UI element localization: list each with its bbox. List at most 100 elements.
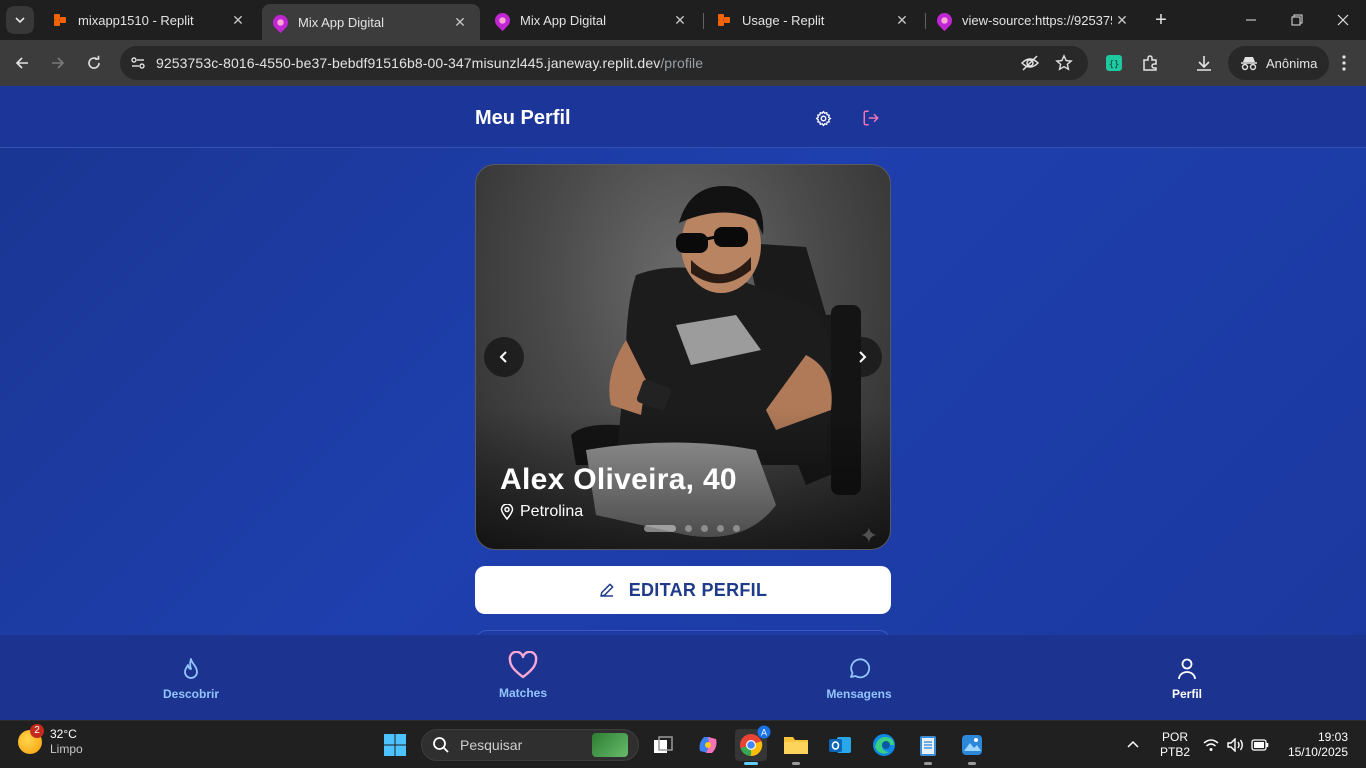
tab-usage-replit[interactable]: Usage - Replit ✕ [706,4,922,36]
weather-widget[interactable]: 2 32°C Limpo [18,724,83,757]
nav-label: Perfil [1171,687,1202,701]
chevron-left-icon [499,351,507,363]
restore-icon [1291,14,1303,26]
chrome-app[interactable]: A [735,725,771,765]
tab-view-source[interactable]: view-source:https://92537531 ✕ [926,4,1142,36]
reload-button[interactable] [79,48,109,78]
browser-tab-strip: mixapp1510 - Replit ✕ Mix App Digital ✕ … [0,0,1366,40]
search-icon [433,737,449,753]
tab-close-icon[interactable]: ✕ [892,12,912,29]
photos-app[interactable] [956,729,988,765]
minimize-icon [1246,19,1256,21]
minimize-button[interactable] [1228,0,1274,40]
edit-profile-label: EDITAR PERFIL [628,579,768,600]
weather-desc: Limpo [50,742,83,756]
folder-icon [784,737,808,754]
file-explorer-app[interactable] [780,729,812,765]
battery-icon[interactable] [1251,721,1269,768]
nav-matches[interactable]: Matches [453,635,593,720]
app-header: Meu Perfil [0,86,1366,148]
wifi-icon[interactable] [1203,721,1219,768]
previous-photo-button[interactable] [484,337,524,377]
extension-json-icon[interactable]: {} [1103,52,1125,74]
new-tab-button[interactable]: + [1150,8,1172,32]
task-view-button[interactable] [647,729,679,761]
nav-descobrir[interactable]: Descobrir [121,635,261,720]
mix-app-icon [933,9,955,31]
replit-icon [52,12,68,28]
profile-location: Petrolina [500,503,583,521]
tab-close-icon[interactable]: ✕ [450,14,470,31]
volume-icon[interactable] [1227,721,1245,768]
clock-time: 19:03 [1317,730,1348,744]
replit-icon [716,12,732,28]
forward-button[interactable] [43,48,73,78]
flame-icon [180,653,202,681]
back-button[interactable] [7,48,37,78]
arrow-left-icon [15,57,28,69]
address-bar[interactable]: 9253753c-8016-4550-be37-bebdf91516b8-00-… [120,46,1088,80]
copilot-app[interactable] [692,729,724,761]
tab-mix-app-digital[interactable]: Mix App Digital ✕ [484,4,700,36]
profile-badge-icon: A [757,725,771,739]
notepad-app[interactable] [912,729,944,765]
taskbar-search-box[interactable]: Pesquisar [421,729,639,761]
tab-close-icon[interactable]: ✕ [1112,12,1132,29]
bookmark-star-icon[interactable] [1054,53,1074,73]
logout-icon[interactable] [859,106,883,130]
site-info-icon[interactable] [120,55,156,71]
nav-mensagens[interactable]: Mensagens [789,635,929,720]
weather-badge: 2 [30,724,44,738]
photo-dot[interactable] [717,525,724,532]
system-clock[interactable]: 19:03 15/10/2025 [1280,730,1348,760]
restore-button[interactable] [1274,0,1320,40]
user-icon [1176,653,1198,681]
menu-dots-icon[interactable] [1333,52,1355,74]
next-photo-button[interactable] [842,337,882,377]
photo-dot[interactable] [733,525,740,532]
settings-gear-icon[interactable] [811,106,835,130]
edit-profile-button[interactable]: EDITAR PERFIL [475,566,891,614]
tab-search-button[interactable] [6,6,34,34]
copilot-icon [699,737,717,753]
weather-sun-icon: 2 [18,724,44,754]
tab-close-icon[interactable]: ✕ [670,12,690,29]
eye-off-icon[interactable] [1020,53,1040,73]
url-text: 9253753c-8016-4550-be37-bebdf91516b8-00-… [156,55,703,71]
tab-title: view-source:https://92537531 [962,12,1112,28]
search-highlight-image [592,733,628,757]
tab-title: mixapp1510 - Replit [78,12,194,28]
tab-mix-app-digital-active[interactable]: Mix App Digital ✕ [262,4,480,40]
incognito-profile-button[interactable]: Anônima [1228,46,1330,80]
tab-mixapp-replit[interactable]: mixapp1510 - Replit ✕ [42,4,258,36]
tray-overflow-button[interactable] [1126,721,1140,768]
close-window-button[interactable] [1320,0,1366,40]
edge-icon [873,734,895,756]
tab-title: Mix App Digital [298,14,384,30]
photo-dot[interactable] [644,525,676,532]
mix-app-icon [269,11,291,33]
chevron-down-icon [15,17,25,24]
task-view-icon [654,736,673,753]
svg-text:A: A [761,728,767,738]
bottom-navigation: Descobrir Matches Mensagens Perfil [0,635,1366,720]
weather-temp: 32°C [50,727,77,741]
language-indicator[interactable]: POR PTB2 [1160,730,1190,760]
outlook-app[interactable] [824,729,856,761]
browser-toolbar: 9253753c-8016-4550-be37-bebdf91516b8-00-… [0,40,1366,86]
photos-icon [962,735,982,755]
chevron-right-icon [859,351,867,363]
photo-dot[interactable] [701,525,708,532]
windows-logo-icon [384,734,406,756]
start-button[interactable] [379,729,411,761]
reload-icon [88,55,100,69]
extensions-puzzle-icon[interactable] [1139,52,1161,74]
profile-photo-card[interactable]: Alex Oliveira, 40 Petrolina ✦ [475,164,891,550]
download-icon[interactable] [1193,52,1215,74]
tab-close-icon[interactable]: ✕ [228,12,248,29]
edge-app[interactable] [868,729,900,761]
close-icon [1337,14,1349,26]
nav-perfil[interactable]: Perfil [1117,635,1257,720]
photo-dot[interactable] [685,525,692,532]
keyboard-layout: PTB2 [1160,745,1191,759]
